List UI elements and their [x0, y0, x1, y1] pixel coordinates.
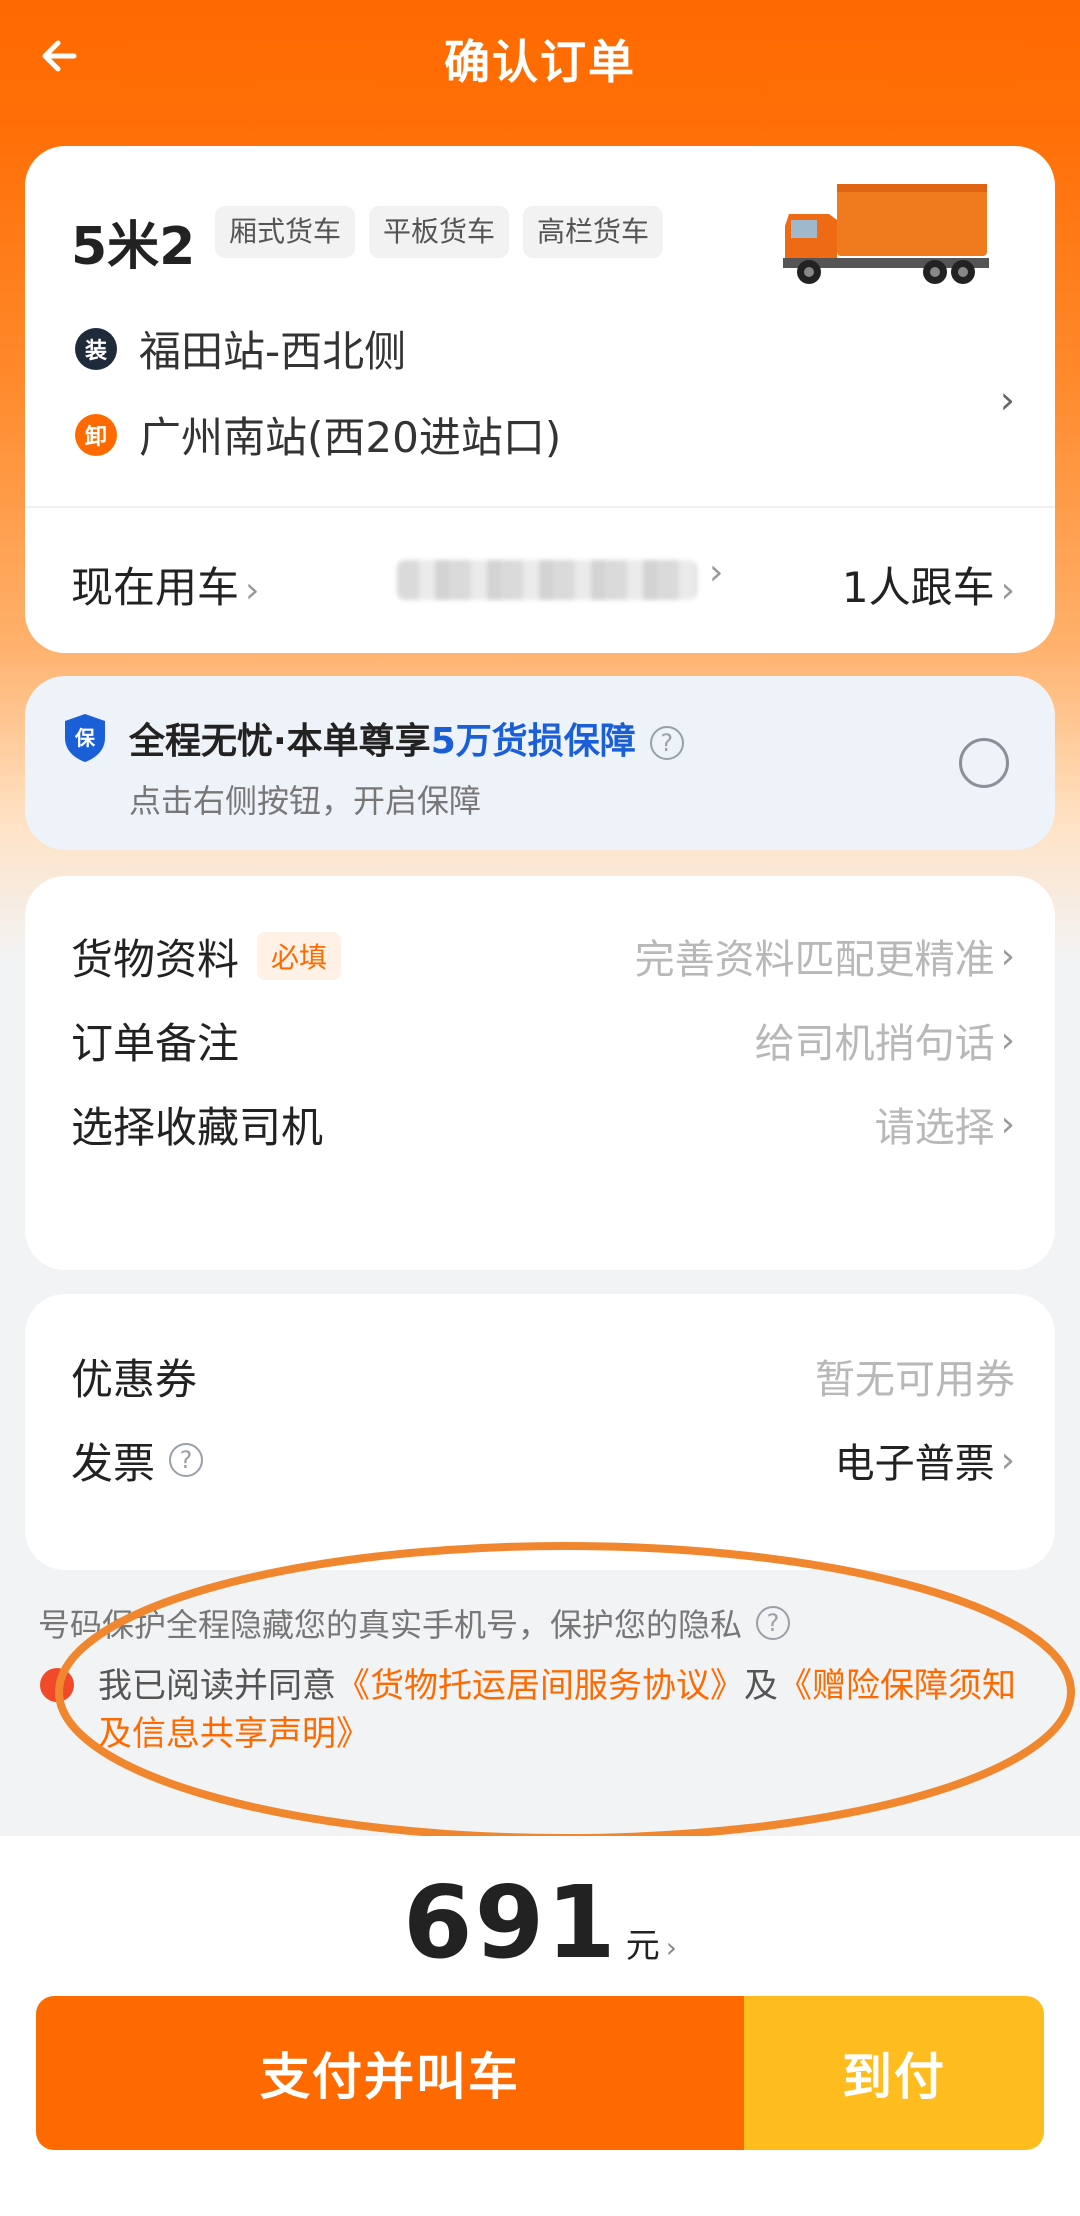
insurance-title: 全程无忧·本单尊享5万货损保障?: [129, 712, 684, 764]
chevron-right-icon: ›: [1000, 1439, 1015, 1481]
pay-on-arrival-button[interactable]: 到付: [744, 1996, 1044, 2150]
help-icon[interactable]: ?: [169, 1443, 204, 1477]
unload-address-row[interactable]: 卸 广州南站(西20进站口): [75, 404, 561, 465]
pay-and-call-button[interactable]: 支付并叫车: [36, 1996, 744, 2150]
coupon-value: 暂无可用券: [815, 1357, 1015, 1403]
insurance-title-prefix: 全程无忧·本单尊享: [129, 721, 431, 762]
insurance-subtitle: 点击右侧按钮，开启保障: [129, 782, 482, 820]
follow-car-option[interactable]: 1人跟车 ›: [842, 554, 1015, 615]
checkout-bar: 691 元 › 支付并叫车 到付: [0, 1836, 1080, 2216]
agreement-text: 我已阅读并同意《货物托运居间服务协议》及《赠险保障须知及信息共享声明》: [98, 1662, 1042, 1758]
chevron-right-icon: ›: [245, 570, 260, 611]
shield-badge-text: 保: [74, 726, 96, 750]
cargo-info-row[interactable]: 货物资料 必填 完善资料匹配更精准 ›: [71, 926, 1015, 986]
order-remark-value: 给司机捎句话: [754, 1021, 995, 1067]
service-agreement-link[interactable]: 《货物托运居间服务协议》: [336, 1666, 744, 1706]
use-time-option[interactable]: 现在用车 ›: [71, 554, 259, 615]
truck-image: [783, 184, 989, 284]
invoice-row[interactable]: 发票 ? 电子普票 ›: [71, 1430, 1015, 1490]
coupon-label: 优惠券: [71, 1354, 198, 1404]
cargo-info-label: 货物资料: [71, 934, 240, 984]
chevron-right-icon: ›: [1000, 935, 1015, 977]
chevron-right-icon: ›: [1000, 1103, 1015, 1145]
load-address-row[interactable]: 装 福田站-西北侧: [75, 318, 406, 379]
vehicle-type-tags: 厢式货车 平板货车 高栏货车: [215, 206, 664, 258]
agreement-checkbox[interactable]: [40, 1668, 74, 1702]
favorite-driver-label: 选择收藏司机: [71, 1102, 324, 1152]
navigation-bar: 确认订单: [0, 0, 1080, 120]
vehicle-tag: 平板货车: [369, 206, 510, 258]
chevron-right-icon: ›: [665, 1931, 677, 1964]
price-amount: 691: [403, 1864, 618, 1981]
divider: [25, 506, 1055, 508]
order-remark-label: 订单备注: [71, 1018, 240, 1068]
insurance-radio[interactable]: [959, 738, 1009, 788]
privacy-notice: 号码保护全程隐藏您的真实手机号，保护您的隐私 ?: [38, 1600, 791, 1646]
cargo-card: 货物资料 必填 完善资料匹配更精准 › 订单备注 给司机捎句话 › 选择收藏司机 请…: [25, 876, 1055, 1270]
favorite-driver-value: 请选择: [874, 1105, 995, 1151]
price-unit: 元: [625, 1926, 660, 1966]
price-display[interactable]: 691 元 ›: [0, 1864, 1080, 1981]
load-address: 福田站-西北侧: [139, 327, 407, 376]
privacy-text: 号码保护全程隐藏您的真实手机号，保护您的隐私: [38, 1606, 743, 1644]
follow-car-label: 1人跟车: [841, 563, 995, 612]
agreement-prefix: 我已阅读并同意: [98, 1666, 336, 1706]
chevron-right-icon: ›: [1000, 1019, 1015, 1061]
page-title: 确认订单: [444, 35, 636, 89]
chevron-right-icon: ›: [1000, 570, 1015, 611]
insurance-card[interactable]: 保 全程无忧·本单尊享5万货损保障? 点击右侧按钮，开启保障: [25, 676, 1055, 850]
blurred-contact-field[interactable]: [397, 560, 697, 600]
favorite-driver-row[interactable]: 选择收藏司机 请选择 ›: [71, 1094, 1015, 1154]
help-icon[interactable]: ?: [756, 1606, 791, 1640]
vehicle-route-card: 5米2 厢式货车 平板货车 高栏货车 装 福田站-西北侧 卸 广州南站(西20进…: [25, 146, 1055, 653]
insurance-highlight: 5万货损保障: [430, 721, 636, 762]
unload-address: 广州南站(西20进站口): [139, 413, 562, 462]
help-icon[interactable]: ?: [649, 726, 684, 760]
use-time-label: 现在用车: [71, 563, 240, 612]
chevron-right-icon: ›: [709, 552, 724, 593]
vehicle-size: 5米2: [71, 217, 196, 277]
agreement-row: 我已阅读并同意《货物托运居间服务协议》及《赠险保障须知及信息共享声明》: [40, 1662, 1042, 1758]
required-tag: 必填: [257, 932, 342, 980]
vehicle-tag: 厢式货车: [215, 206, 356, 258]
order-remark-row[interactable]: 订单备注 给司机捎句话 ›: [71, 1010, 1015, 1070]
chevron-right-icon[interactable]: ›: [1000, 378, 1015, 422]
agreement-conjunction: 及: [744, 1666, 778, 1706]
vehicle-tag: 高栏货车: [523, 206, 664, 258]
coupon-row[interactable]: 优惠券 暂无可用券: [71, 1346, 1015, 1406]
invoice-value: 电子普票: [834, 1441, 995, 1487]
billing-card: 优惠券 暂无可用券 发票 ? 电子普票 ›: [25, 1294, 1055, 1570]
cargo-info-value: 完善资料匹配更精准: [634, 937, 995, 983]
invoice-label: 发票: [71, 1438, 156, 1488]
load-badge: 装: [75, 327, 117, 370]
shield-icon: 保: [65, 714, 105, 762]
unload-badge: 卸: [75, 413, 117, 456]
